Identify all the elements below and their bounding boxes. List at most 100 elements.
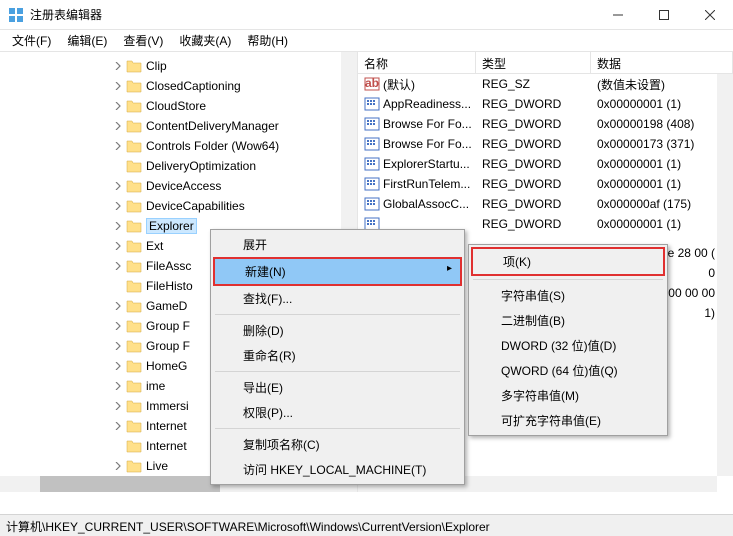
menu-separator bbox=[215, 314, 460, 315]
expander-icon[interactable] bbox=[112, 260, 124, 272]
list-vertical-scrollbar[interactable] bbox=[717, 74, 733, 476]
expander-icon[interactable] bbox=[112, 440, 124, 452]
value-name: (默认) bbox=[383, 76, 415, 93]
minimize-button[interactable] bbox=[595, 0, 641, 30]
list-row[interactable]: ExplorerStartu...REG_DWORD0x00000001 (1) bbox=[358, 154, 733, 174]
list-row[interactable]: FirstRunTelem...REG_DWORD0x00000001 (1) bbox=[358, 174, 733, 194]
menu-item[interactable]: 多字符串值(M) bbox=[471, 383, 665, 408]
expander-icon[interactable] bbox=[112, 220, 124, 232]
expander-icon[interactable] bbox=[112, 100, 124, 112]
value-data: 0x000000af (175) bbox=[591, 196, 733, 212]
folder-icon bbox=[126, 419, 142, 433]
value-name: Browse For Fo... bbox=[383, 137, 472, 151]
menu-item[interactable]: 新建(N) bbox=[213, 257, 462, 286]
expander-icon[interactable] bbox=[112, 240, 124, 252]
list-row[interactable]: Browse For Fo...REG_DWORD0x00000173 (371… bbox=[358, 134, 733, 154]
tree-label: FileHisto bbox=[146, 279, 193, 293]
col-header-data[interactable]: 数据 bbox=[591, 52, 733, 73]
expander-icon[interactable] bbox=[112, 460, 124, 472]
menu-item[interactable]: 复制项名称(C) bbox=[213, 432, 462, 457]
maximize-button[interactable] bbox=[641, 0, 687, 30]
tree-item[interactable]: Controls Folder (Wow64) bbox=[0, 136, 357, 156]
expander-icon[interactable] bbox=[112, 80, 124, 92]
context-menu-main: 展开新建(N)查找(F)... 删除(D)重命名(R) 导出(E)权限(P)... 复… bbox=[210, 229, 465, 485]
tree-label: ContentDeliveryManager bbox=[146, 119, 279, 133]
expander-icon[interactable] bbox=[112, 280, 124, 292]
close-button[interactable] bbox=[687, 0, 733, 30]
expander-icon[interactable] bbox=[112, 380, 124, 392]
menubar-item[interactable]: 查看(V) bbox=[115, 30, 171, 51]
tree-item[interactable]: CloudStore bbox=[0, 96, 357, 116]
value-data: 0x00000001 (1) bbox=[591, 176, 733, 192]
menu-item[interactable]: DWORD (32 位)值(D) bbox=[471, 333, 665, 358]
tree-item[interactable]: Clip bbox=[0, 56, 357, 76]
menu-item[interactable]: 可扩充字符串值(E) bbox=[471, 408, 665, 433]
menu-item[interactable]: 展开 bbox=[213, 232, 462, 257]
tree-label: DeviceAccess bbox=[146, 179, 221, 193]
folder-icon bbox=[126, 79, 142, 93]
expander-icon[interactable] bbox=[112, 360, 124, 372]
tree-label: Clip bbox=[146, 59, 167, 73]
menu-item[interactable]: 重命名(R) bbox=[213, 343, 462, 368]
menubar-item[interactable]: 帮助(H) bbox=[239, 30, 296, 51]
expander-icon[interactable] bbox=[112, 60, 124, 72]
tree-label: HomeG bbox=[146, 359, 187, 373]
value-name: Browse For Fo... bbox=[383, 117, 472, 131]
expander-icon[interactable] bbox=[112, 200, 124, 212]
menu-separator bbox=[215, 371, 460, 372]
statusbar: 计算机\HKEY_CURRENT_USER\SOFTWARE\Microsoft… bbox=[0, 514, 733, 536]
tree-item[interactable]: ContentDeliveryManager bbox=[0, 116, 357, 136]
list-row[interactable]: GlobalAssocC...REG_DWORD0x000000af (175) bbox=[358, 194, 733, 214]
value-name: ExplorerStartu... bbox=[383, 157, 470, 171]
col-header-name[interactable]: 名称 bbox=[358, 52, 476, 73]
expander-icon[interactable] bbox=[112, 300, 124, 312]
expander-icon[interactable] bbox=[112, 420, 124, 432]
list-row[interactable]: AppReadiness...REG_DWORD0x00000001 (1) bbox=[358, 94, 733, 114]
titlebar: 注册表编辑器 bbox=[0, 0, 733, 30]
tree-item[interactable]: DeliveryOptimization bbox=[0, 156, 357, 176]
menu-item[interactable]: 删除(D) bbox=[213, 318, 462, 343]
dword-value-icon bbox=[364, 136, 380, 152]
svg-text:ab: ab bbox=[365, 76, 379, 90]
menubar-item[interactable]: 编辑(E) bbox=[59, 30, 115, 51]
value-type: REG_SZ bbox=[476, 76, 591, 92]
value-data-fragment: 00 00 00 bbox=[661, 286, 715, 306]
menu-item[interactable]: 字符串值(S) bbox=[471, 283, 665, 308]
tree-item[interactable]: DeviceCapabilities bbox=[0, 196, 357, 216]
tree-label: Group F bbox=[146, 319, 190, 333]
value-type: REG_DWORD bbox=[476, 216, 591, 232]
menu-item[interactable]: 访问 HKEY_LOCAL_MACHINE(T) bbox=[213, 457, 462, 482]
app-icon bbox=[8, 7, 24, 23]
value-type: REG_DWORD bbox=[476, 156, 591, 172]
menu-item[interactable]: 查找(F)... bbox=[213, 286, 462, 311]
expander-icon[interactable] bbox=[112, 400, 124, 412]
menu-item[interactable]: 二进制值(B) bbox=[471, 308, 665, 333]
expander-icon[interactable] bbox=[112, 160, 124, 172]
value-data: 0x00000198 (408) bbox=[591, 116, 733, 132]
dword-value-icon bbox=[364, 156, 380, 172]
expander-icon[interactable] bbox=[112, 340, 124, 352]
dword-value-icon bbox=[364, 196, 380, 212]
menu-item[interactable]: 项(K) bbox=[471, 247, 665, 276]
col-header-type[interactable]: 类型 bbox=[476, 52, 591, 73]
folder-icon bbox=[126, 259, 142, 273]
menu-item[interactable]: 权限(P)... bbox=[213, 400, 462, 425]
menubar-item[interactable]: 文件(F) bbox=[4, 30, 59, 51]
list-row[interactable]: Browse For Fo...REG_DWORD0x00000198 (408… bbox=[358, 114, 733, 134]
tree-item[interactable]: DeviceAccess bbox=[0, 176, 357, 196]
value-data: 0x00000001 (1) bbox=[591, 216, 733, 232]
expander-icon[interactable] bbox=[112, 140, 124, 152]
tree-label: Internet bbox=[146, 439, 187, 453]
tree-item[interactable]: ClosedCaptioning bbox=[0, 76, 357, 96]
list-row[interactable]: ab(默认)REG_SZ(数值未设置) bbox=[358, 74, 733, 94]
folder-icon bbox=[126, 339, 142, 353]
expander-icon[interactable] bbox=[112, 120, 124, 132]
expander-icon[interactable] bbox=[112, 180, 124, 192]
scroll-thumb[interactable] bbox=[40, 476, 220, 492]
menu-separator bbox=[215, 428, 460, 429]
expander-icon[interactable] bbox=[112, 320, 124, 332]
menubar-item[interactable]: 收藏夹(A) bbox=[171, 30, 239, 51]
menu-item[interactable]: 导出(E) bbox=[213, 375, 462, 400]
menu-item[interactable]: QWORD (64 位)值(Q) bbox=[471, 358, 665, 383]
folder-icon bbox=[126, 379, 142, 393]
